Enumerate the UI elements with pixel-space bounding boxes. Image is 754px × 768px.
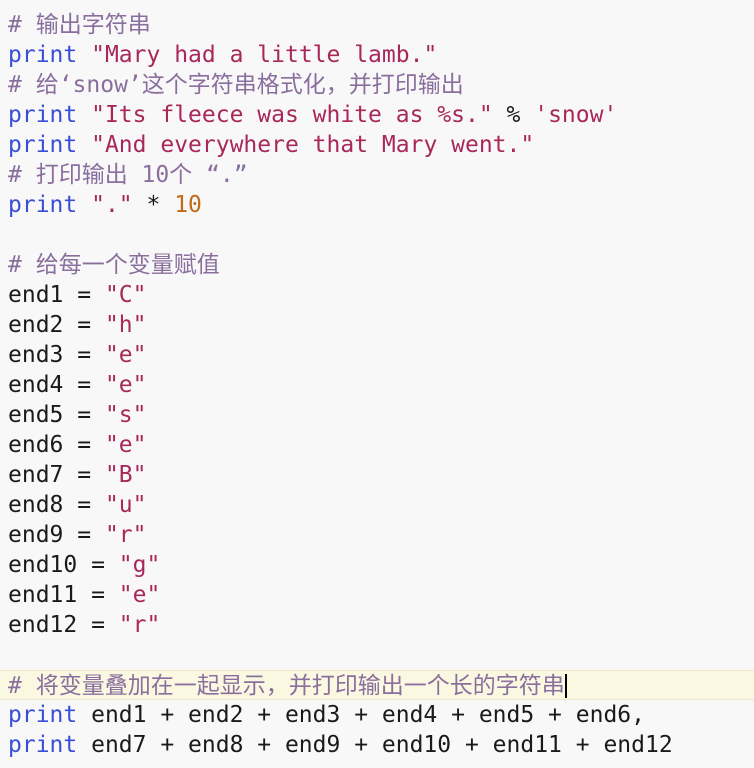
code-line[interactable]: end4 = "e" bbox=[0, 370, 754, 400]
variable-name: end9 bbox=[8, 522, 64, 548]
code-line[interactable]: end2 = "h" bbox=[0, 310, 754, 340]
string-literal: "h" bbox=[104, 312, 147, 338]
code-line[interactable]: end6 = "e" bbox=[0, 430, 754, 460]
code-line[interactable]: end11 = "e" bbox=[0, 580, 754, 610]
code-line[interactable]: # 给每一个变量赋值 bbox=[0, 250, 754, 280]
code-line[interactable]: end5 = "s" bbox=[0, 400, 754, 430]
string-literal: "And everywhere that Mary went." bbox=[91, 132, 535, 158]
code-line[interactable]: print "." * 10 bbox=[0, 190, 754, 220]
operator: * bbox=[132, 192, 175, 218]
code-comment: # 给‘snow’这个字符串格式化，并打印输出 bbox=[8, 72, 464, 98]
string-literal: "Mary had a little lamb." bbox=[91, 42, 438, 68]
code-line[interactable]: # 将变量叠加在一起显示，并打印输出一个长的字符串 bbox=[0, 670, 754, 700]
code-line[interactable]: end7 = "B" bbox=[0, 460, 754, 490]
number-literal: 10 bbox=[174, 192, 202, 218]
code-line[interactable]: print end1 + end2 + end3 + end4 + end5 +… bbox=[0, 700, 754, 730]
keyword-print: print bbox=[8, 192, 78, 218]
operator: % bbox=[492, 102, 535, 128]
code-comment: # 将变量叠加在一起显示，并打印输出一个长的字符串 bbox=[8, 673, 565, 699]
code-line[interactable]: end9 = "r" bbox=[0, 520, 754, 550]
text-cursor bbox=[564, 674, 567, 698]
variable-name: end5 bbox=[8, 402, 64, 428]
code-line[interactable] bbox=[0, 640, 754, 670]
variable-name: end1 bbox=[8, 282, 64, 308]
string-literal: "s" bbox=[104, 402, 147, 428]
code-line[interactable]: print "Its fleece was white as %s." % 's… bbox=[0, 100, 754, 130]
string-literal: "e" bbox=[104, 372, 147, 398]
variable-name: end11 bbox=[8, 582, 78, 608]
string-literal: "g" bbox=[118, 552, 161, 578]
code-comment: # 给每一个变量赋值 bbox=[8, 252, 220, 278]
code-line[interactable]: print "Mary had a little lamb." bbox=[0, 40, 754, 70]
code-line[interactable]: # 输出字符串 bbox=[0, 10, 754, 40]
expression: end1 + end2 + end3 + end4 + end5 + end6, bbox=[77, 702, 645, 728]
string-literal: "r" bbox=[104, 522, 147, 548]
keyword-print: print bbox=[8, 132, 78, 158]
code-line[interactable] bbox=[0, 220, 754, 250]
string-literal: "u" bbox=[104, 492, 147, 518]
string-literal: "r" bbox=[118, 612, 161, 638]
variable-name: end12 bbox=[8, 612, 78, 638]
variable-name: end10 bbox=[8, 552, 78, 578]
string-literal: "e" bbox=[104, 342, 147, 368]
variable-name: end3 bbox=[8, 342, 64, 368]
string-literal: "B" bbox=[104, 462, 147, 488]
code-line[interactable]: end10 = "g" bbox=[0, 550, 754, 580]
keyword-print: print bbox=[8, 702, 78, 728]
variable-name: end6 bbox=[8, 432, 64, 458]
string-literal: "Its fleece was white as %s." bbox=[91, 102, 493, 128]
code-line[interactable]: # 给‘snow’这个字符串格式化，并打印输出 bbox=[0, 70, 754, 100]
variable-name: end7 bbox=[8, 462, 64, 488]
code-line[interactable]: # 打印输出 10个 “.” bbox=[0, 160, 754, 190]
keyword-print: print bbox=[8, 102, 78, 128]
code-editor[interactable]: # 输出字符串 print "Mary had a little lamb." # … bbox=[0, 10, 754, 760]
variable-name: end4 bbox=[8, 372, 64, 398]
keyword-print: print bbox=[8, 732, 78, 758]
code-line[interactable]: end1 = "C" bbox=[0, 280, 754, 310]
code-line[interactable]: end3 = "e" bbox=[0, 340, 754, 370]
code-comment: # 打印输出 10个 “.” bbox=[8, 162, 248, 188]
code-line[interactable]: print "And everywhere that Mary went." bbox=[0, 130, 754, 160]
string-literal: "C" bbox=[104, 282, 147, 308]
expression: end7 + end8 + end9 + end10 + end11 + end… bbox=[77, 732, 673, 758]
keyword-print: print bbox=[8, 42, 78, 68]
code-line[interactable]: end12 = "r" bbox=[0, 610, 754, 640]
variable-name: end2 bbox=[8, 312, 64, 338]
string-literal: "e" bbox=[118, 582, 161, 608]
code-comment: # 输出字符串 bbox=[8, 12, 151, 38]
string-literal: "." bbox=[91, 192, 133, 218]
code-line[interactable]: print end7 + end8 + end9 + end10 + end11… bbox=[0, 730, 754, 760]
code-line[interactable]: end8 = "u" bbox=[0, 490, 754, 520]
string-literal: "e" bbox=[104, 432, 147, 458]
string-literal: 'snow' bbox=[534, 102, 618, 128]
variable-name: end8 bbox=[8, 492, 64, 518]
